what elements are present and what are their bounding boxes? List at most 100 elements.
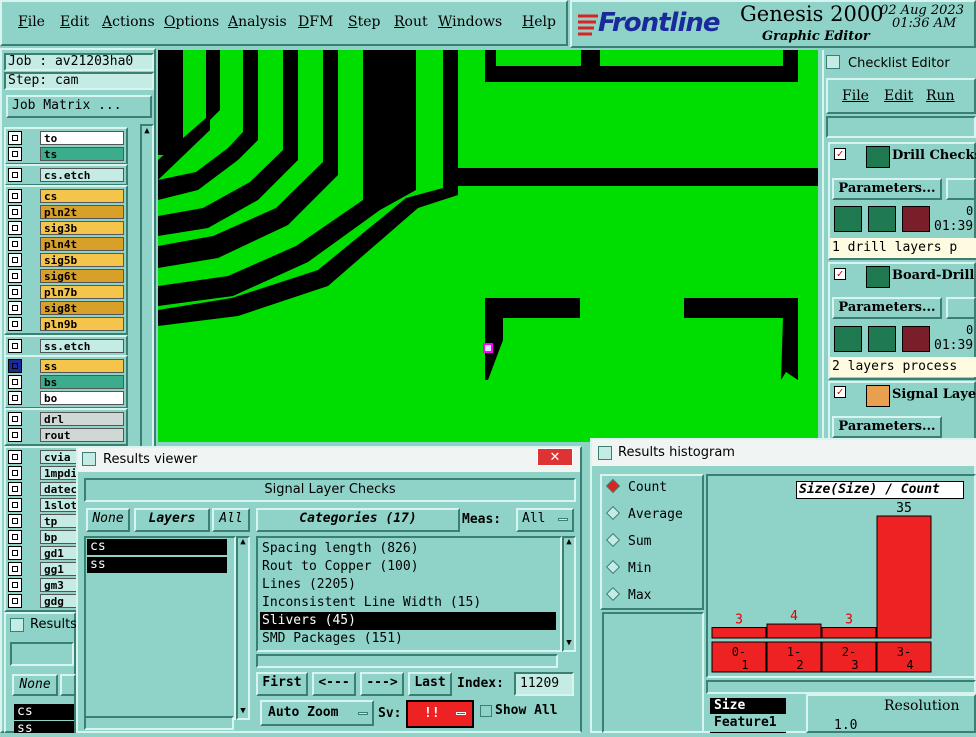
layers-none-button[interactable]: None [86,508,130,532]
layer-display-checkbox[interactable] [8,530,22,544]
checklist-menu-file[interactable]: File [842,88,869,104]
layers-toggle-button[interactable]: Layers [134,508,210,532]
layer-display-checkbox[interactable] [8,147,22,161]
category-item-selected[interactable]: Slivers (45) [260,612,556,630]
sliver-marker[interactable] [483,343,493,353]
mode-sum-radio[interactable]: Sum [605,532,651,549]
run-icon[interactable] [834,206,862,232]
layer-name-ss[interactable]: ss [40,359,124,373]
layers-all-button[interactable]: All [212,508,250,532]
layer-row[interactable]: sig3b [8,221,124,235]
parameters-button[interactable]: Parameters... [832,416,942,438]
layer-display-checkbox[interactable] [8,189,22,203]
layer-name-cs.etch[interactable]: cs.etch [40,168,124,182]
layer-display-checkbox[interactable] [8,514,22,528]
layer-display-checkbox[interactable] [8,466,22,480]
layer-display-checkbox[interactable] [8,412,22,426]
menu-help[interactable]: Help [522,14,556,30]
layer-row[interactable]: pln7b [8,285,124,299]
prev-button[interactable]: <--- [312,672,356,696]
window-menu-icon[interactable] [82,452,96,466]
layer-display-checkbox[interactable] [8,578,22,592]
layer-name-bo[interactable]: bo [40,391,124,405]
layer-display-checkbox[interactable] [8,359,22,373]
layer-row[interactable]: pln2t [8,205,124,219]
layer-row[interactable]: bs [8,375,124,389]
layer-display-checkbox[interactable] [8,131,22,145]
layer-row[interactable]: pln9b [8,317,124,331]
mode-count-radio[interactable]: Count [605,478,667,495]
parameters-button[interactable]: Parameters... [832,297,942,319]
scroll-up-icon[interactable]: ▲ [563,537,575,549]
layer-name-drl[interactable]: drl [40,412,124,426]
category-item[interactable]: SMD Packages (151) [262,630,403,648]
layer-name-sig6t[interactable]: sig6t [40,269,124,283]
layer-row[interactable]: bo [8,391,124,405]
layer-name-ts[interactable]: ts [40,147,124,161]
layer-name-pln2t[interactable]: pln2t [40,205,124,219]
layer-name-sig8t[interactable]: sig8t [40,301,124,315]
layer-name-rout[interactable]: rout [40,428,124,442]
layer-display-checkbox[interactable] [8,375,22,389]
mode-average-radio[interactable]: Average [605,505,683,522]
layer-row[interactable]: sig6t [8,269,124,283]
layer-row[interactable]: pln4t [8,237,124,251]
check-extra-button[interactable] [946,178,976,200]
layer-display-checkbox[interactable] [8,450,22,464]
category-vscrollbar[interactable] [562,536,576,652]
window-menu-icon[interactable] [826,55,840,69]
menu-options[interactable]: Options [164,14,219,30]
scroll-down-icon[interactable]: ▼ [237,706,249,718]
categories-button[interactable]: Categories (17) [256,508,460,532]
next-button[interactable]: ---> [360,672,404,696]
layer-row[interactable]: cs [8,189,124,203]
layer-list-hscrollbar[interactable] [84,716,234,730]
layer-display-checkbox[interactable] [8,168,22,182]
layer-display-checkbox[interactable] [8,317,22,331]
category-item[interactable]: Inconsistent Line Width (15) [262,594,481,612]
layer-display-checkbox[interactable] [8,498,22,512]
layers-button[interactable] [60,674,76,696]
mode-min-radio[interactable]: Min [605,559,651,576]
category-hscrollbar[interactable] [256,654,558,668]
layer-row[interactable]: ss [8,359,124,373]
erase-icon[interactable] [902,206,930,232]
show-all-checkbox[interactable] [480,705,492,717]
category-item[interactable]: Rout to Copper (100) [262,558,419,576]
show-icon[interactable] [868,206,896,232]
menu-windows[interactable]: Windows [438,14,502,30]
layer-display-checkbox[interactable] [8,391,22,405]
result-layer-entry[interactable]: ss [87,557,227,573]
layer-name-to[interactable]: to [40,131,124,145]
layer-display-checkbox[interactable] [8,428,22,442]
layer-display-checkbox[interactable] [8,253,22,267]
layer-name-sig5b[interactable]: sig5b [40,253,124,267]
histogram-bar[interactable] [821,627,877,639]
graphic-canvas[interactable] [158,50,818,442]
job-matrix-button[interactable]: Job Matrix ... [6,95,152,118]
layer-name-pln4t[interactable]: pln4t [40,237,124,251]
layer-row[interactable]: to [8,131,124,145]
layer-display-checkbox[interactable] [8,237,22,251]
run-icon[interactable] [834,326,862,352]
category-item[interactable]: Lines (2205) [262,576,356,594]
none-button[interactable]: None [12,674,58,696]
menu-analysis[interactable]: Analysis [228,14,287,30]
checklist-menu-edit[interactable]: Edit [884,88,913,104]
layer-display-checkbox[interactable] [8,482,22,496]
first-button[interactable]: First [256,672,308,696]
histogram-bar[interactable] [711,627,767,639]
severity-select[interactable]: !! [406,700,474,728]
layer-name-ss.etch[interactable]: ss.etch [40,339,124,353]
window-menu-icon[interactable] [10,618,24,632]
erase-icon[interactable] [902,326,930,352]
menu-rout[interactable]: Rout [394,14,428,30]
layer-display-checkbox[interactable] [8,221,22,235]
layer-row[interactable]: cs.etch [8,168,124,182]
show-icon[interactable] [868,326,896,352]
layer-name-sig3b[interactable]: sig3b [40,221,124,235]
category-item[interactable]: Spacing length (826) [262,540,419,558]
check-extra-button[interactable] [946,297,976,319]
layer-name-pln7b[interactable]: pln7b [40,285,124,299]
layer-display-checkbox[interactable] [8,594,22,608]
